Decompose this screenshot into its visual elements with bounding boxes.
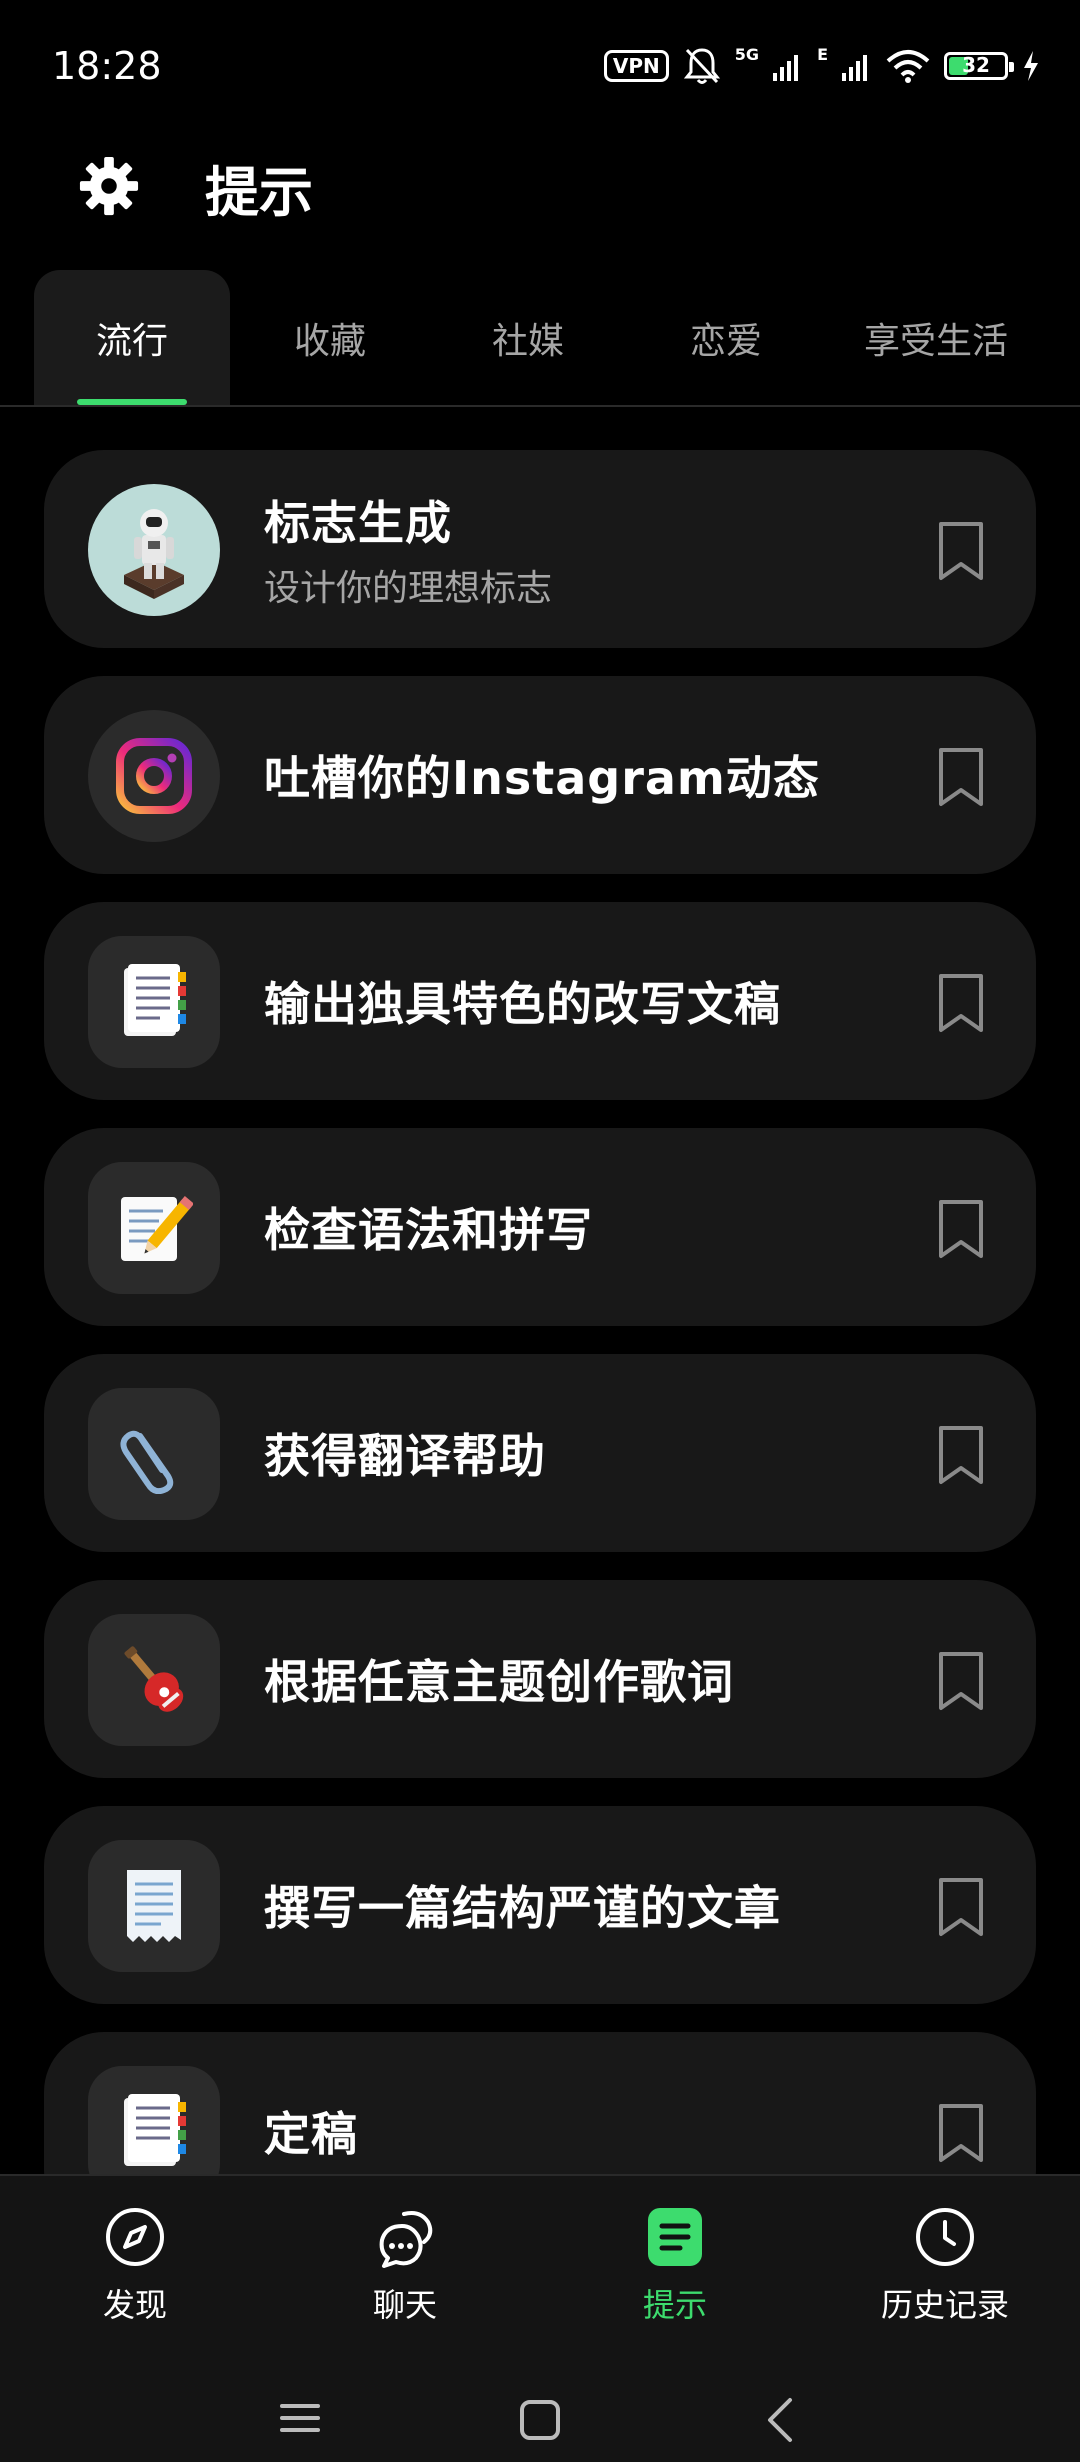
card-title: 获得翻译帮助 xyxy=(264,1429,546,1483)
card-text: 吐槽你的Instagram动态 xyxy=(264,676,820,874)
back-icon[interactable] xyxy=(760,2396,800,2444)
nav-label: 发现 xyxy=(102,2286,167,2324)
prompt-card[interactable]: 标志生成 设计你的理想标志 xyxy=(44,450,1036,648)
receipt-icon xyxy=(88,1840,220,1972)
card-title: 撰写一篇结构严谨的文章 xyxy=(264,1881,781,1935)
nav-label: 聊天 xyxy=(372,2286,437,2324)
category-tabs: 流行 收藏 社媒 恋爱 享受生活 xyxy=(0,270,1080,407)
wifi-icon xyxy=(886,50,930,83)
bookmark-icon[interactable] xyxy=(936,746,986,808)
card-text: 标志生成 设计你的理想标志 xyxy=(264,450,552,648)
clock-icon xyxy=(916,2208,974,2266)
gear-icon[interactable] xyxy=(78,155,140,217)
card-title: 根据任意主题创作歌词 xyxy=(264,1655,734,1709)
vpn-badge: VPN xyxy=(603,50,669,82)
home-icon[interactable] xyxy=(518,2398,562,2442)
tab-popular[interactable]: 流行 xyxy=(34,270,230,405)
instagram-icon xyxy=(88,710,220,842)
card-text: 撰写一篇结构严谨的文章 xyxy=(264,1806,781,2004)
tab-favorites[interactable]: 收藏 xyxy=(232,270,428,405)
card-text: 输出独具特色的改写文稿 xyxy=(264,902,781,1100)
card-title: 输出独具特色的改写文稿 xyxy=(264,977,781,1031)
bookmark-icon[interactable] xyxy=(936,2102,986,2164)
astronaut-icon xyxy=(88,484,220,616)
system-nav-bar xyxy=(0,2376,1080,2462)
prompt-card[interactable]: 吐槽你的Instagram动态 xyxy=(44,676,1036,874)
card-title: 标志生成 xyxy=(264,496,452,550)
signal-icon-2 xyxy=(842,55,867,81)
prompt-card[interactable]: 根据任意主题创作歌词 xyxy=(44,1580,1036,1778)
bell-muted-icon xyxy=(683,48,720,84)
prompt-card[interactable]: 输出独具特色的改写文稿 xyxy=(44,902,1036,1100)
status-bar: 18:28 VPN 5G E 32 xyxy=(0,0,1080,130)
nav-discover[interactable]: 发现 xyxy=(0,2206,270,2326)
bookmark-icon[interactable] xyxy=(936,520,986,582)
tab-enjoy-life[interactable]: 享受生活 xyxy=(826,270,1046,405)
menu-icon[interactable] xyxy=(278,2398,322,2438)
bookmark-icon[interactable] xyxy=(936,1424,986,1486)
paperclip-icon xyxy=(88,1388,220,1520)
prompt-card[interactable]: 检查语法和拼写 xyxy=(44,1128,1036,1326)
network-type: 5G xyxy=(734,44,760,64)
status-icons: VPN 5G E 32 xyxy=(603,44,1040,88)
bottom-nav: 发现 聊天 提示 历史记录 xyxy=(0,2174,1080,2462)
charging-bolt-icon xyxy=(1024,51,1038,81)
bookmark-icon[interactable] xyxy=(936,1876,986,1938)
prompt-card[interactable]: 获得翻译帮助 xyxy=(44,1354,1036,1552)
guitar-icon xyxy=(88,1614,220,1746)
page-header: 提示 xyxy=(0,130,1080,250)
tab-label: 恋爱 xyxy=(689,320,762,362)
notebook-icon xyxy=(88,936,220,1068)
card-title: 检查语法和拼写 xyxy=(264,1203,593,1257)
status-time: 18:28 xyxy=(52,44,162,88)
prompt-card[interactable]: 撰写一篇结构严谨的文章 xyxy=(44,1806,1036,2004)
tab-romance[interactable]: 恋爱 xyxy=(628,270,824,405)
tab-label: 收藏 xyxy=(293,320,366,362)
tab-label: 享受生活 xyxy=(863,320,1008,362)
card-subtitle: 设计你的理想标志 xyxy=(264,568,553,609)
card-title: 吐槽你的Instagram动态 xyxy=(264,751,820,805)
nav-label: 历史记录 xyxy=(880,2286,1009,2324)
nav-label: 提示 xyxy=(642,2286,707,2324)
card-text: 检查语法和拼写 xyxy=(264,1128,593,1326)
network-type-2: E xyxy=(817,44,828,64)
signal-icon xyxy=(773,55,799,81)
chat-bubbles-icon xyxy=(379,2211,433,2268)
card-text: 根据任意主题创作歌词 xyxy=(264,1580,734,1778)
prompt-list-icon xyxy=(648,2208,702,2266)
battery-level: 32 xyxy=(962,53,990,77)
bookmark-icon[interactable] xyxy=(936,972,986,1034)
card-title: 定稿 xyxy=(264,2107,358,2161)
compass-icon xyxy=(106,2208,164,2266)
page-title: 提示 xyxy=(205,161,313,224)
tab-active-indicator xyxy=(77,399,187,405)
nav-prompts[interactable]: 提示 xyxy=(540,2206,810,2326)
card-text: 获得翻译帮助 xyxy=(264,1354,546,1552)
tab-label: 流行 xyxy=(95,320,168,362)
nav-history[interactable]: 历史记录 xyxy=(810,2206,1080,2326)
battery-indicator: 32 xyxy=(944,52,1014,80)
tab-social-media[interactable]: 社媒 xyxy=(430,270,626,405)
nav-chat[interactable]: 聊天 xyxy=(270,2206,540,2326)
memo-pencil-icon xyxy=(88,1162,220,1294)
bookmark-icon[interactable] xyxy=(936,1650,986,1712)
tab-label: 社媒 xyxy=(491,320,564,362)
bookmark-icon[interactable] xyxy=(936,1198,986,1260)
